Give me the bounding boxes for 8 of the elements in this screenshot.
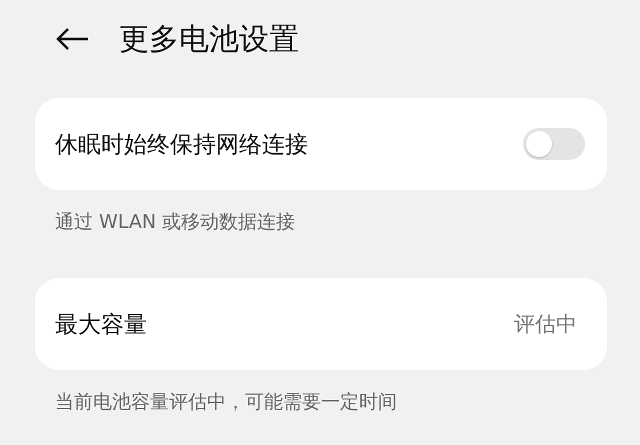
- setting-label: 休眠时始终保持网络连接: [55, 130, 308, 160]
- setting-hint: 当前电池容量评估中，可能需要一定时间: [54, 390, 397, 415]
- setting-hint: 通过 WLAN 或移动数据连接: [54, 210, 296, 235]
- toggle-switch[interactable]: [523, 128, 585, 160]
- back-icon[interactable]: [55, 27, 89, 51]
- setting-label: 最大容量: [55, 310, 147, 340]
- setting-value: 评估中: [514, 311, 577, 338]
- page-title: 更多电池设置: [119, 20, 299, 58]
